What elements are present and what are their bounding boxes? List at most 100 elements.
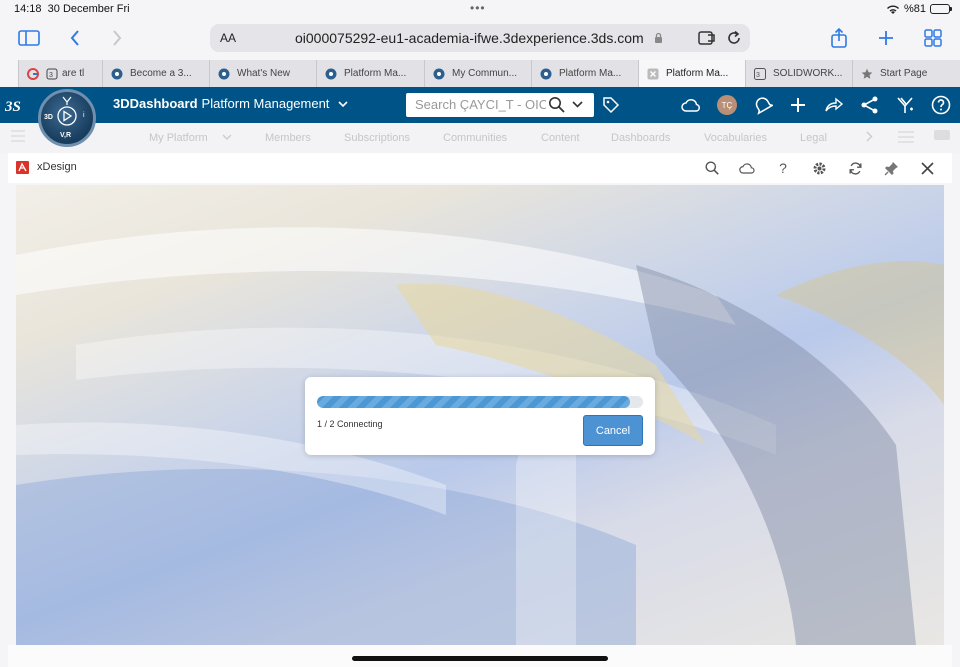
browser-tab-active[interactable]: Platform Ma... [638,60,745,87]
chevron-down-icon[interactable] [338,101,348,108]
avatar-initials: TÇ [717,95,737,115]
home-indicator[interactable] [352,656,608,661]
browser-tab[interactable]: 3 are tl [18,60,102,87]
apps-compass-icon[interactable] [894,94,916,116]
chat-icon[interactable] [933,129,951,143]
xdesign-app-icon [16,161,29,174]
svg-text:i: i [83,112,85,119]
tab-label: My Commun... [452,68,518,79]
progress-bar [317,396,643,408]
cloud-icon[interactable] [738,159,756,177]
widget-title: xDesign [37,161,77,173]
reload-icon[interactable] [726,30,742,46]
google-icon [27,67,39,80]
search-scope-chevron-icon[interactable] [572,101,583,108]
browser-tab[interactable]: What's New [209,60,316,87]
lock-icon [654,32,663,43]
browser-tab-strip: 3 are tl Become a 3... What's New Platfo… [18,60,960,87]
app-title[interactable]: 3DDashboard Platform Management [113,96,348,111]
platform-top-bar: 3S 3DDashboard Platform Management Search… [0,87,960,123]
sidebar-icon[interactable] [16,26,42,50]
search-icon[interactable] [703,159,721,177]
reader-aa-button[interactable]: AA [220,31,236,45]
browser-tab[interactable]: My Commun... [424,60,531,87]
platform-subnav: My Platform Members Subscriptions Commun… [0,123,960,153]
new-tab-icon[interactable] [873,26,899,50]
cancel-button[interactable]: Cancel [583,415,643,446]
3dexperience-icon [111,68,123,80]
tab-label: Become a 3... [130,68,192,79]
tag-icon[interactable] [600,94,622,116]
compass-icon[interactable]: 3D i V,R [41,92,93,144]
subnav-item-subscriptions[interactable]: Subscriptions [344,132,410,144]
battery-percent: %81 [903,3,926,15]
subnav-item-dashboards[interactable]: Dashboards [611,132,670,144]
search-icon[interactable] [546,96,565,113]
url-text[interactable]: oi000075292-eu1-academia-ifwe.3dexperien… [295,30,644,46]
extension-icon[interactable] [698,30,716,46]
3dexperience-icon [325,68,337,80]
svg-text:3S: 3S [5,99,21,115]
list-view-icon[interactable] [898,131,914,143]
browser-tab[interactable]: 3 SOLIDWORK... [745,60,852,87]
back-icon[interactable] [62,26,88,50]
forward-icon[interactable] [104,26,130,50]
address-bar[interactable]: AA oi000075292-eu1-academia-ifwe.3dexper… [210,24,750,52]
browser-tab[interactable]: Platform Ma... [531,60,638,87]
gear-icon[interactable] [810,159,828,177]
browser-tab[interactable]: Platform Ma... [316,60,424,87]
add-icon[interactable] [787,94,809,116]
browser-tab[interactable]: Start Page [852,60,944,87]
search-placeholder: Search ÇAYCI_T - OIC [415,97,549,112]
tab-label: Platform Ma... [666,68,729,79]
tab-label: Start Page [880,68,928,79]
tab-label: are tl [62,68,85,79]
chevron-right-icon[interactable] [866,131,873,142]
notifications-icon[interactable] [752,94,774,116]
tab-label: SOLIDWORK... [773,68,843,79]
close-icon[interactable] [647,68,659,80]
chevron-down-icon[interactable] [222,134,232,141]
3dexperience-icon [540,68,552,80]
subnav-item-content[interactable]: Content [541,132,580,144]
share-icon[interactable] [826,26,852,50]
menu-icon[interactable] [11,130,25,142]
multitasking-dots[interactable]: ••• [470,1,486,15]
compass-vr-label: V,R [60,132,71,139]
browser-tab[interactable]: Become a 3... [102,60,209,87]
share-arrow-icon[interactable] [823,94,845,116]
cloud-icon[interactable] [680,94,702,116]
wifi-icon [886,4,900,15]
ios-status-bar: 14:18 30 December Fri ••• %81 [0,0,960,20]
help-icon[interactable] [930,94,952,116]
3dexperience-icon [218,68,230,80]
pin-icon[interactable] [882,159,900,177]
search-field[interactable]: Search ÇAYCI_T - OIC [406,93,594,117]
avatar[interactable]: TÇ [716,94,738,116]
close-icon[interactable] [918,159,936,177]
widget-header: xDesign ? [8,153,952,183]
3dexperience-icon [433,68,445,80]
subnav-item-communities[interactable]: Communities [443,132,507,144]
subnav-item-my-platform[interactable]: My Platform [149,132,208,144]
network-share-icon[interactable] [859,94,881,116]
solidworks-icon: 3 [754,67,766,80]
status-right: %81 [886,3,952,15]
3ds-logo-icon[interactable]: 3S [5,95,31,115]
tab-label: Platform Ma... [559,68,622,79]
subnav-item-vocabularies[interactable]: Vocabularies [704,132,767,144]
help-icon[interactable]: ? [774,159,792,177]
progress-bar-fill [317,396,630,408]
loading-dialog: 1 / 2 Connecting Cancel [305,377,655,455]
subnav-item-members[interactable]: Members [265,132,311,144]
compass-widget[interactable]: 3D i V,R [38,89,96,147]
tab-overview-icon[interactable] [920,26,946,50]
battery-icon [930,4,952,14]
status-time: 14:18 30 December Fri [14,3,130,15]
svg-text:3: 3 [49,72,53,79]
tab-label: What's New [237,68,291,79]
subnav-item-legal[interactable]: Legal [800,132,827,144]
refresh-icon[interactable] [846,159,864,177]
svg-text:3: 3 [756,72,760,79]
compass-3d-label: 3D [44,114,53,121]
